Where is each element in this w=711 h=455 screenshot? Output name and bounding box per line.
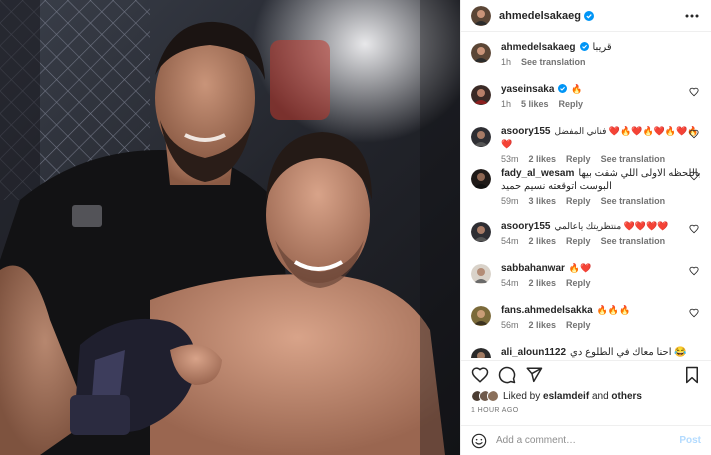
add-comment-bar: Post: [461, 425, 711, 455]
liked-by-others[interactable]: others: [611, 391, 642, 402]
comment-text: منتظريتك ياعالمي ❤️❤️❤️❤️: [554, 221, 669, 231]
author-avatar[interactable]: [471, 5, 491, 26]
comment-time: 59m: [501, 196, 519, 206]
post-header: ahmedelsakaeg: [461, 0, 711, 32]
comment-time: 56m: [501, 320, 519, 330]
comment-username[interactable]: fady_al_wesam: [501, 168, 574, 179]
comment-item: asoory155 فناني المفضل ❤️🔥❤️🔥❤️🔥❤️🔥❤️ 53m…: [471, 125, 703, 164]
comment-username[interactable]: asoory155: [501, 126, 550, 137]
reply-button[interactable]: Reply: [566, 278, 591, 288]
comment-input[interactable]: [496, 435, 680, 446]
post-comment-button[interactable]: Post: [679, 435, 701, 446]
liked-by-user[interactable]: eslamdeif: [543, 391, 589, 402]
likes-summary: Liked by eslamdeif and others: [471, 390, 703, 402]
liked-by-label: Liked by: [503, 390, 541, 402]
comment-username[interactable]: fans.ahmedelsakka: [501, 305, 593, 316]
reply-button[interactable]: Reply: [566, 154, 591, 164]
share-paper-plane-icon[interactable]: [525, 366, 543, 384]
comment-time: 54m: [501, 236, 519, 246]
see-translation-link[interactable]: See translation: [521, 57, 586, 67]
like-comment-heart-icon[interactable]: [689, 224, 699, 234]
comment-item: sabbahanwar 🔥❤️ 54m 2 likes Reply: [471, 262, 703, 288]
verified-badge-icon: [579, 42, 589, 51]
see-translation-link[interactable]: See translation: [601, 236, 666, 246]
author-username[interactable]: ahmedelsakaeg: [499, 10, 581, 22]
bookmark-icon[interactable]: [683, 366, 701, 384]
comment-time: 53m: [501, 154, 519, 164]
reply-button[interactable]: Reply: [566, 196, 591, 206]
comment-bubble-icon[interactable]: [498, 366, 516, 384]
comment-username[interactable]: sabbahanwar: [501, 263, 565, 274]
comment-item: asoory155 منتظريتك ياعالمي ❤️❤️❤️❤️ 54m 2…: [471, 220, 703, 246]
comment-item: yaseinsaka 🔥 1h 5 likes Reply: [471, 83, 703, 109]
caption-username[interactable]: ahmedelsakaeg: [501, 42, 576, 53]
commenter-avatar[interactable]: [471, 306, 491, 326]
comment-text: 🔥🔥🔥: [596, 305, 631, 315]
comment-likes[interactable]: 5 likes: [521, 99, 549, 109]
comment-text: 🔥: [571, 84, 583, 94]
reply-button[interactable]: Reply: [559, 99, 584, 109]
caption-text: قريبا: [592, 42, 612, 53]
liker-avatar: [487, 390, 499, 402]
photo-illustration: [0, 0, 460, 455]
post-timestamp: 1 HOUR AGO: [471, 407, 519, 414]
liked-by-and: and: [591, 390, 609, 402]
commenter-avatar[interactable]: [471, 169, 491, 189]
like-comment-heart-icon[interactable]: [689, 308, 699, 318]
see-translation-link[interactable]: See translation: [601, 154, 666, 164]
post-photo[interactable]: [0, 0, 460, 455]
comment-likes[interactable]: 2 likes: [529, 320, 557, 330]
verified-badge-icon: [583, 10, 594, 21]
comment-likes[interactable]: 3 likes: [529, 196, 557, 206]
commenter-avatar[interactable]: [471, 264, 491, 284]
post-details-panel: ahmedelsakaeg ahmedelsakaeg قريبا 1h See …: [460, 0, 711, 455]
comment-likes[interactable]: 2 likes: [529, 278, 557, 288]
caption: ahmedelsakaeg قريبا 1h See translation: [471, 41, 703, 67]
like-comment-heart-icon[interactable]: [689, 129, 699, 139]
emoji-smiley-icon[interactable]: [471, 433, 487, 449]
comment-item: ali_aloun1122 😂 احنا معاك في الطلوع دي: [471, 346, 703, 358]
comments-list[interactable]: ahmedelsakaeg قريبا 1h See translation ya…: [461, 33, 711, 358]
commenter-avatar[interactable]: [471, 85, 491, 105]
comment-likes[interactable]: 2 likes: [529, 236, 557, 246]
caption-avatar[interactable]: [471, 43, 491, 63]
commenter-avatar[interactable]: [471, 127, 491, 147]
comment-username[interactable]: yaseinsaka: [501, 84, 554, 95]
comment-username[interactable]: asoory155: [501, 221, 550, 232]
comment-time: 1h: [501, 99, 512, 109]
like-heart-icon[interactable]: [471, 366, 489, 384]
like-comment-heart-icon[interactable]: [689, 266, 699, 276]
comment-text: 😂 احنا معاك في الطلوع دي: [570, 347, 687, 358]
commenter-avatar[interactable]: [471, 348, 491, 358]
verified-badge-icon: [558, 84, 568, 93]
commenter-avatar[interactable]: [471, 222, 491, 242]
comment-item: fady_al_wesam باللحظه الاولى اللي شفت بيه…: [471, 167, 703, 206]
post-actions-bar: [461, 360, 711, 388]
comment-time: 54m: [501, 278, 519, 288]
comment-likes[interactable]: 2 likes: [529, 154, 557, 164]
comment-username[interactable]: ali_aloun1122: [501, 347, 566, 358]
caption-time: 1h: [501, 57, 512, 67]
like-comment-heart-icon[interactable]: [689, 171, 699, 181]
more-options-icon[interactable]: [683, 9, 701, 23]
comment-text: 🔥❤️: [568, 263, 592, 273]
see-translation-link[interactable]: See translation: [601, 196, 666, 206]
comment-item: fans.ahmedelsakka 🔥🔥🔥 56m 2 likes Reply: [471, 304, 703, 330]
reply-button[interactable]: Reply: [566, 236, 591, 246]
like-comment-heart-icon[interactable]: [689, 87, 699, 97]
reply-button[interactable]: Reply: [566, 320, 591, 330]
